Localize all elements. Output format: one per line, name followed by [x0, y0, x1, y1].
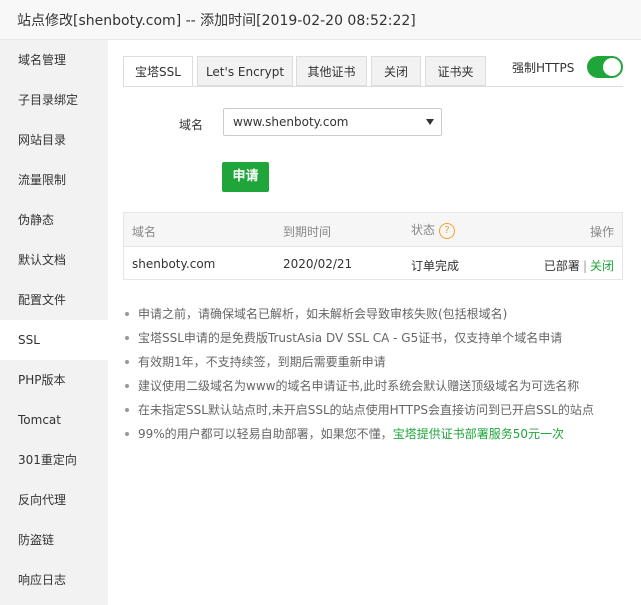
sidebar-item-redirect-301[interactable]: 301重定向 — [0, 440, 108, 480]
cert-table-header: 域名 到期时间 状态? 操作 — [124, 213, 622, 247]
table-row: shenboty.com 2020/02/21 订单完成 已部署 | 关闭 — [124, 247, 622, 280]
domain-select[interactable]: www.shenboty.com — [223, 108, 442, 136]
toggle-knob — [603, 58, 621, 76]
tab-close[interactable]: 关闭 — [371, 56, 421, 86]
domain-label: 域名 — [179, 118, 204, 132]
list-item: 99%的用户都可以轻易自助部署，如果您不懂，宝塔提供证书部署服务50元一次 — [125, 422, 594, 446]
caret-down-icon — [426, 119, 434, 125]
tab-cert-folder[interactable]: 证书夹 — [425, 56, 486, 86]
deploy-service-link[interactable]: 宝塔提供证书部署服务50元一次 — [393, 427, 564, 441]
domain-select-value: www.shenboty.com — [233, 115, 349, 129]
apply-button[interactable]: 申请 — [222, 162, 269, 192]
tab-baota-ssl[interactable]: 宝塔SSL — [123, 56, 193, 87]
cert-table: 域名 到期时间 状态? 操作 shenboty.com 2020/02/21 订… — [123, 212, 623, 280]
ssl-panel: 宝塔SSL Let's Encrypt 其他证书 关闭 证书夹 强制HTTPS … — [108, 40, 641, 605]
sidebar-item-php-version[interactable]: PHP版本 — [0, 360, 108, 400]
col-header-expiry: 到期时间 — [283, 225, 332, 239]
sidebar-item-hotlink-protection[interactable]: 防盗链 — [0, 520, 108, 560]
col-header-status-wrap: 状态? — [411, 221, 456, 239]
tab-other-cert[interactable]: 其他证书 — [296, 56, 367, 86]
ssl-notes: 申请之前，请确保域名已解析，如未解析会导致审核失败(包括根域名) 宝塔SSL申请… — [125, 302, 594, 446]
tab-divider — [123, 86, 623, 87]
sidebar-item-tomcat[interactable]: Tomcat — [0, 400, 108, 440]
list-item: 申请之前，请确保域名已解析，如未解析会导致审核失败(包括根域名) — [125, 302, 594, 326]
sidebar-item-reverse-proxy[interactable]: 反向代理 — [0, 480, 108, 520]
sidebar: 域名管理 子目录绑定 网站目录 流量限制 伪静态 默认文档 配置文件 SSL P… — [0, 40, 108, 605]
cell-domain: shenboty.com — [132, 257, 216, 271]
list-item: 建议使用二级域名为www的域名申请证书,此时系统会默认赠送顶级域名为可选名称 — [125, 374, 594, 398]
col-header-actions: 操作 — [589, 225, 614, 239]
list-item: 在未指定SSL默认站点时,未开启SSL的站点使用HTTPS会直接访问到已开启SS… — [125, 398, 594, 422]
cell-expiry: 2020/02/21 — [283, 257, 353, 271]
list-item: 有效期1年，不支持续签，到期后需要重新申请 — [125, 350, 594, 374]
close-cert-link[interactable]: 关闭 — [590, 259, 614, 273]
list-item: 宝塔SSL申请的是免费版TrustAsia DV SSL CA - G5证书，仅… — [125, 326, 594, 350]
sidebar-item-default-doc[interactable]: 默认文档 — [0, 240, 108, 280]
force-https-label: 强制HTTPS — [512, 61, 575, 75]
sidebar-item-config-file[interactable]: 配置文件 — [0, 280, 108, 320]
sidebar-item-ssl[interactable]: SSL — [0, 320, 108, 360]
deployed-text: 已部署 — [543, 259, 580, 273]
force-https-toggle[interactable] — [587, 56, 623, 78]
sidebar-item-traffic-limit[interactable]: 流量限制 — [0, 160, 108, 200]
note-text: 99%的用户都可以轻易自助部署，如果您不懂， — [138, 427, 393, 441]
dialog-title: 站点修改[shenboty.com] -- 添加时间[2019-02-20 08… — [17, 13, 416, 29]
sidebar-item-site-directory[interactable]: 网站目录 — [0, 120, 108, 160]
sidebar-item-response-log[interactable]: 响应日志 — [0, 560, 108, 600]
col-header-domain: 域名 — [132, 225, 157, 239]
col-header-status: 状态 — [411, 223, 436, 237]
sidebar-item-domains[interactable]: 域名管理 — [0, 40, 108, 80]
action-separator: | — [582, 259, 587, 273]
sidebar-item-subdir-binding[interactable]: 子目录绑定 — [0, 80, 108, 120]
dialog-titlebar: 站点修改[shenboty.com] -- 添加时间[2019-02-20 08… — [0, 0, 641, 40]
tab-lets-encrypt[interactable]: Let's Encrypt — [197, 56, 293, 86]
cell-actions: 已部署 | 关闭 — [544, 257, 614, 274]
question-circle-icon[interactable]: ? — [439, 222, 456, 239]
sidebar-item-rewrite[interactable]: 伪静态 — [0, 200, 108, 240]
cell-status: 订单完成 — [411, 259, 460, 273]
